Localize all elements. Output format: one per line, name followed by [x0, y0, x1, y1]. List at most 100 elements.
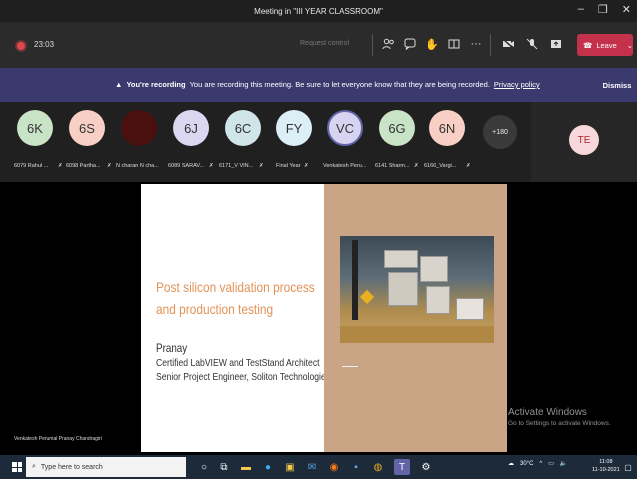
slide-right-panel [324, 184, 507, 452]
participant-avatar[interactable]: FY [276, 110, 312, 146]
rooms-icon[interactable] [446, 36, 462, 52]
leave-button[interactable]: ☎ Leave ⌄ [577, 34, 633, 56]
self-avatar: TE [569, 125, 599, 155]
participant-avatar[interactable]: VC [327, 110, 363, 146]
mail-icon[interactable]: ✉ [304, 459, 320, 475]
participant-name: 6141 Sharm... [375, 163, 410, 169]
mic-off-icon: ✗ [259, 163, 264, 169]
participant-strip: 6K 6S 6J 6C FY VC 6G 6N 6079 Rahul ... ✗… [0, 102, 637, 182]
title-bar: Meeting in "III YEAR CLASSROOM" – ❐ ✕ [0, 0, 637, 22]
window-title: Meeting in "III YEAR CLASSROOM" [254, 6, 383, 16]
presenter-caption: Venkatesh Perumal Pranay Chandragiri [14, 436, 102, 442]
participant-name: 6166_Vargi... [424, 163, 457, 169]
search-icon: ⌕ [32, 463, 36, 470]
taskbar-search[interactable]: ⌕ Type here to search [26, 457, 186, 477]
photos-icon[interactable]: ▪ [348, 459, 364, 475]
warning-icon: ▲ [115, 80, 123, 89]
participants-icon[interactable] [380, 36, 396, 52]
participant-avatar[interactable] [121, 110, 157, 146]
mic-off-icon[interactable] [524, 36, 540, 52]
recording-indicator-icon [17, 42, 25, 50]
teams-icon[interactable]: T [394, 459, 410, 475]
participant-avatar[interactable]: 6G [379, 110, 415, 146]
close-icon[interactable]: ✕ [622, 3, 631, 16]
dismiss-button[interactable]: Dismiss [597, 72, 637, 98]
more-actions-icon[interactable]: ··· [468, 36, 484, 52]
windows-start-icon[interactable] [12, 462, 22, 472]
phone-icon: ☎ [583, 40, 593, 50]
store-icon[interactable]: ▣ [282, 459, 298, 475]
watermark-subtitle: Go to Settings to activate Windows. [508, 420, 611, 427]
taskbar-clock[interactable]: 11:08 11-10-2021 [592, 458, 620, 474]
slide-title-line: and production testing [156, 301, 274, 317]
presenter-role: Senior Project Engineer, Soliton Technol… [156, 371, 331, 383]
participant-avatar[interactable]: 6K [17, 110, 53, 146]
clock-date: 11-10-2021 [592, 467, 620, 473]
participant-avatar[interactable]: 6C [225, 110, 261, 146]
participant-name: 6098 Partha... [66, 163, 101, 169]
mic-off-icon: ✗ [466, 163, 471, 169]
file-explorer-icon[interactable]: ▬ [238, 459, 254, 475]
maximize-icon[interactable]: ❐ [598, 3, 608, 16]
mic-off-icon: ✗ [414, 163, 419, 169]
recording-banner: ▲ You're recording You are recording thi… [0, 68, 637, 102]
participant-avatar[interactable]: 6S [69, 110, 105, 146]
participant-name: Final Year [276, 163, 301, 169]
camera-off-icon[interactable] [500, 36, 516, 52]
participant-name: 6079 Rahul ... [14, 163, 49, 169]
mic-off-icon: ✗ [209, 163, 214, 169]
slide-body: Pranay Certified LabVIEW and TestStand A… [156, 340, 330, 384]
participant-avatar[interactable]: 6N [429, 110, 465, 146]
presenter-role: Certified LabVIEW and TestStand Architec… [156, 357, 320, 369]
banner-message: You are recording this meeting. Be sure … [189, 80, 490, 89]
weather-icon: ☁ [508, 461, 514, 467]
minimize-icon[interactable]: – [578, 3, 584, 16]
presenter-name: Pranay [156, 341, 188, 355]
system-tray: ☁ 30°C ^ ▭ 🔈 [508, 460, 567, 468]
participant-name: 6171_V VIN... [219, 163, 254, 169]
slide-divider [342, 366, 358, 367]
mic-off-icon: ✗ [304, 163, 309, 169]
activate-windows-watermark: Activate Windows Go to Settings to activ… [508, 407, 611, 427]
watermark-title: Activate Windows [508, 407, 587, 418]
firefox-icon[interactable]: ◉ [326, 459, 342, 475]
chat-icon[interactable] [402, 36, 418, 52]
taskbar: ⌕ Type here to search ○ ⧉ ▬ ● ▣ ✉ ◉ ▪ ◍ … [0, 455, 637, 479]
battery-icon[interactable]: ▭ [548, 460, 554, 467]
meeting-timer: 23:03 [34, 40, 55, 49]
meeting-toolbar: 23:03 Request control ✋ ··· ☎ Leave ⌄ [0, 22, 637, 68]
slide-title: Post silicon validation process and prod… [156, 276, 318, 320]
raise-hand-icon[interactable]: ✋ [424, 36, 440, 52]
participant-name: 6089 SARAV... [168, 163, 205, 169]
share-screen-icon[interactable] [548, 36, 564, 52]
chevron-down-icon[interactable]: ⌄ [627, 41, 633, 50]
notifications-icon[interactable]: ▢ [620, 459, 636, 475]
shared-screen: Post silicon validation process and prod… [0, 182, 637, 455]
self-view-tile: TE [531, 102, 637, 182]
volume-icon[interactable]: 🔈 [560, 460, 567, 467]
chrome-icon[interactable]: ◍ [370, 459, 386, 475]
search-placeholder: Type here to search [40, 463, 103, 471]
more-participants-button[interactable]: +180 [483, 115, 517, 149]
chevron-up-icon[interactable]: ^ [539, 461, 542, 467]
edge-icon[interactable]: ● [260, 459, 276, 475]
lab-equipment-photo [340, 236, 494, 343]
settings-gear-icon[interactable]: ⚙ [418, 459, 434, 475]
participant-name: Venkatesh Peru... [323, 163, 367, 169]
slide-title-line: Post silicon validation process [156, 279, 315, 295]
privacy-policy-link[interactable]: Privacy policy [494, 80, 540, 89]
participant-avatar[interactable]: 6J [173, 110, 209, 146]
banner-heading: You're recording [126, 80, 186, 89]
participant-name: N charan N cha... [116, 163, 159, 169]
leave-label: Leave [596, 40, 617, 50]
slide-left-panel: Post silicon validation process and prod… [141, 184, 330, 452]
toolbar-divider [490, 34, 491, 56]
task-view-icon[interactable]: ⧉ [216, 459, 232, 475]
mic-off-icon: ✗ [107, 163, 112, 169]
toolbar-divider [372, 34, 373, 56]
request-control-button[interactable]: Request control [300, 40, 349, 47]
mic-off-icon: ✗ [58, 163, 63, 169]
temperature[interactable]: 30°C [520, 461, 533, 467]
cortana-icon[interactable]: ○ [196, 459, 212, 475]
clock-time: 11:08 [599, 459, 613, 465]
